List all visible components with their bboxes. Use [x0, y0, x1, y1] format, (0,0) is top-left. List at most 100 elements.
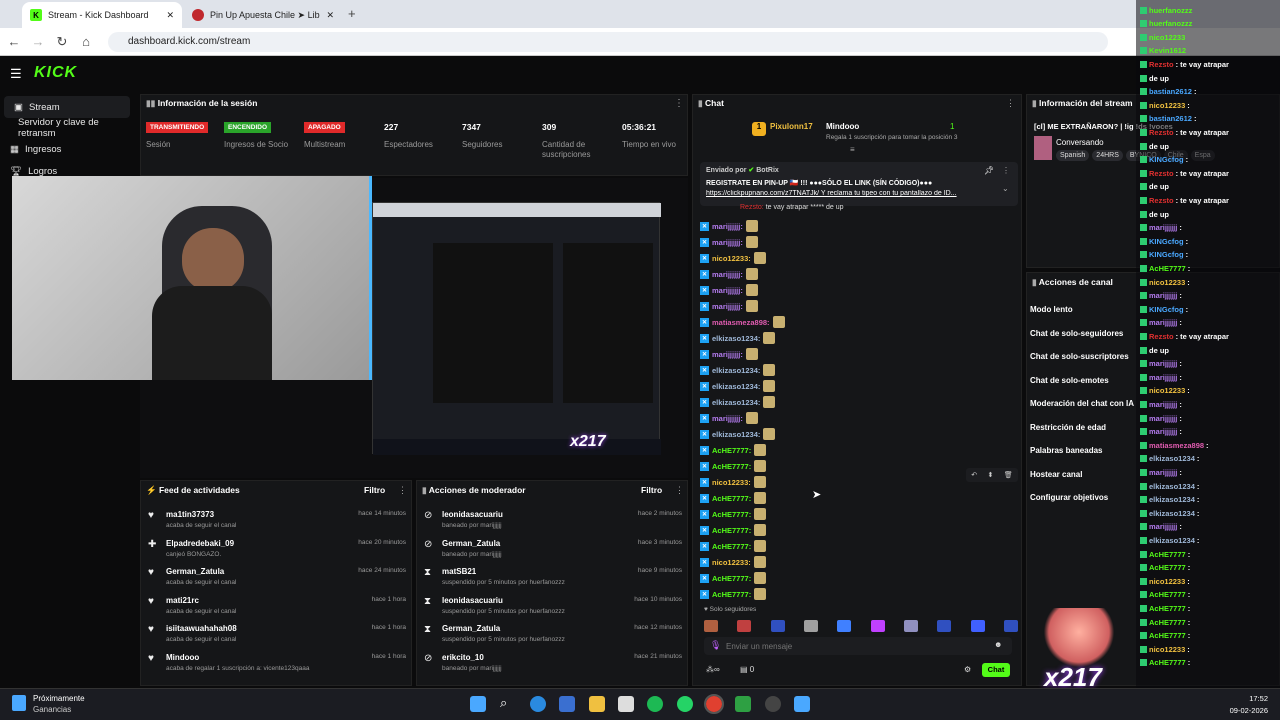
home-icon[interactable]: ⌂ [78, 34, 94, 49]
chat-message[interactable]: ✕ matiasmeza898: [700, 314, 1020, 330]
new-tab-icon[interactable]: + [348, 6, 356, 21]
feed-item-name[interactable]: Elpadredebaki_09 [166, 539, 234, 548]
channel-action-item[interactable]: Hostear canal [1030, 470, 1082, 479]
chat-message[interactable]: ✕ nico12233: [700, 554, 1020, 570]
channel-action-item[interactable]: Configurar objetivos [1030, 493, 1108, 502]
chat-message[interactable]: ✕ AcHE7777: [700, 570, 1020, 586]
chat-message[interactable]: ✕ elkizaso1234: [700, 394, 1020, 410]
chat-username[interactable]: AcHE7777: [712, 574, 751, 583]
chrome-icon[interactable] [704, 694, 724, 714]
reload-icon[interactable]: ↻ [54, 34, 70, 50]
channel-action-item[interactable]: Chat de solo-suscriptores [1030, 352, 1129, 361]
whatsapp-icon[interactable] [677, 696, 693, 712]
pin-icon[interactable]: 📌︎ [984, 166, 994, 175]
chat-username[interactable]: marijjjjjj: [712, 286, 743, 295]
chat-username[interactable]: nico12233: [712, 478, 751, 487]
forward-icon[interactable]: → [30, 34, 46, 49]
emote-icon[interactable] [803, 620, 818, 632]
chat-message[interactable]: ✕ marijjjjjj: [700, 410, 1020, 426]
pinned-link[interactable]: https://clickpupnano.com/z7TNATJk/ Y rec… [706, 190, 996, 197]
emote-icon[interactable] [837, 620, 852, 632]
chat-username[interactable]: marijjjjjj: [712, 270, 743, 279]
channel-action-item[interactable]: Moderación del chat con IA [1030, 399, 1134, 408]
feed-item-name[interactable]: ma1tin37373 [166, 510, 214, 519]
chevron-down-icon[interactable]: ⌄ [1002, 184, 1009, 193]
chat-username[interactable]: AcHE7777: [712, 462, 751, 471]
emote-icon[interactable] [903, 620, 918, 632]
chat-username[interactable]: matiasmeza898: [712, 318, 770, 327]
chat-message[interactable]: ✕ AcHE7777: [700, 458, 1020, 474]
stream-tag[interactable]: 24HRS [1092, 150, 1123, 161]
edge-browser-icon[interactable] [530, 696, 546, 712]
channel-action-item[interactable]: Chat de solo-emotes [1030, 376, 1109, 385]
chat-username[interactable]: marijjjjjj: [712, 222, 743, 231]
widget-title[interactable]: Próximamente [33, 694, 85, 703]
store-icon[interactable] [559, 696, 575, 712]
chat-message[interactable]: ✕ elkizaso1234: [700, 330, 1020, 346]
mic-icon[interactable]: 🎙︎ [710, 640, 721, 651]
feed-item-name[interactable]: German_Zatula [166, 567, 224, 576]
close-tab-icon[interactable]: ✕ [166, 10, 174, 21]
chat-username[interactable]: elkizaso1234: [712, 334, 760, 343]
more-options-icon[interactable]: ⋮ [1002, 166, 1010, 175]
chat-message[interactable]: ✕ AcHE7777: [700, 538, 1020, 554]
start-menu-icon[interactable] [470, 696, 486, 712]
mod-filter-button[interactable]: Filtro [641, 485, 662, 495]
emote-icon[interactable] [737, 620, 752, 632]
chat-username[interactable]: AcHE7777: [712, 510, 751, 519]
chat-message[interactable]: ✕ AcHE7777: [700, 586, 1020, 602]
chat-username[interactable]: elkizaso1234: [712, 382, 760, 391]
chat-username[interactable]: marijjjjjj: [712, 414, 743, 423]
app-icon[interactable] [618, 696, 634, 712]
chat-message[interactable]: ✕ marijjjjjj: [700, 266, 1020, 282]
sidebar-item-server-key[interactable]: Servidor y clave de retransm [0, 117, 138, 139]
chat-username[interactable]: marijjjjjj: [712, 350, 743, 359]
gear-icon[interactable]: ⚙ [964, 665, 971, 674]
chat-message[interactable]: ✕ AcHE7777: [700, 490, 1020, 506]
feed-filter-button[interactable]: Filtro [364, 485, 385, 495]
kick-logo[interactable]: KICK [34, 64, 77, 82]
chat-message[interactable]: ✕ marijjjjjj: [700, 234, 1020, 250]
sidebar-item-revenue[interactable]: ▦ Ingresos [0, 138, 138, 160]
gift-icon[interactable]: ▤ 0 [740, 665, 754, 674]
chat-username[interactable]: marijjjjjj: [712, 238, 743, 247]
more-options-icon[interactable]: ⋮ [675, 485, 684, 496]
chat-username[interactable]: AcHE7777: [712, 526, 751, 535]
feed-item-name[interactable]: Mindooo [166, 653, 199, 662]
tab-kick-dashboard[interactable]: K Stream - Kick Dashboard ✕ [22, 2, 182, 28]
more-options-icon[interactable]: ⋮ [398, 485, 407, 496]
file-explorer-icon[interactable] [589, 696, 605, 712]
chat-input[interactable] [726, 639, 986, 653]
emote-icon[interactable] [937, 620, 952, 632]
points-icon[interactable]: ⁂∞ [706, 665, 720, 674]
chat-input-box[interactable]: 🎙︎ ☻ [704, 637, 1012, 655]
emote-icon[interactable] [970, 620, 985, 632]
feed-item-name[interactable]: mati21rc [166, 596, 199, 605]
chat-username[interactable]: AcHE7777: [712, 542, 751, 551]
url-field[interactable]: dashboard.kick.com/stream [108, 32, 1108, 52]
chat-username[interactable]: AcHE7777: [712, 590, 751, 599]
emote-icon[interactable] [704, 620, 718, 632]
chat-username[interactable]: nico12233: [712, 254, 751, 263]
chat-message[interactable]: ✕ elkizaso1234: [700, 426, 1020, 442]
chat-message[interactable]: ✕ marijjjjjj: [700, 218, 1020, 234]
chat-message[interactable]: ✕ elkizaso1234: [700, 378, 1020, 394]
sidebar-item-stream[interactable]: ▣ Stream [4, 96, 130, 118]
channel-action-item[interactable]: Restricción de edad [1030, 423, 1106, 432]
tab-pinup[interactable]: Pin Up Apuesta Chile ➤ Libro d ✕ [184, 2, 342, 28]
channel-action-item[interactable]: Modo lento [1030, 305, 1073, 314]
emote-icon[interactable] [1003, 620, 1018, 632]
emote-icon[interactable] [770, 620, 785, 632]
channel-action-item[interactable]: Palabras baneadas [1030, 446, 1102, 455]
chat-message[interactable]: ✕ marijjjjjj: [700, 298, 1020, 314]
xbox-icon[interactable] [735, 696, 751, 712]
collapse-icon[interactable]: ≡ [850, 145, 855, 154]
mod-action-name[interactable]: leonidasacuariu [442, 596, 503, 605]
chat-message[interactable]: ✕ marijjjjjj: [700, 346, 1020, 362]
chat-username[interactable]: elkizaso1234: [712, 398, 760, 407]
emote-icon[interactable] [870, 620, 885, 632]
chat-message[interactable]: ✕ nico12233: [700, 474, 1020, 490]
chat-username[interactable]: elkizaso1234: [712, 366, 760, 375]
notepad-icon[interactable] [794, 696, 810, 712]
mod-action-name[interactable]: erikcito_10 [442, 653, 484, 662]
